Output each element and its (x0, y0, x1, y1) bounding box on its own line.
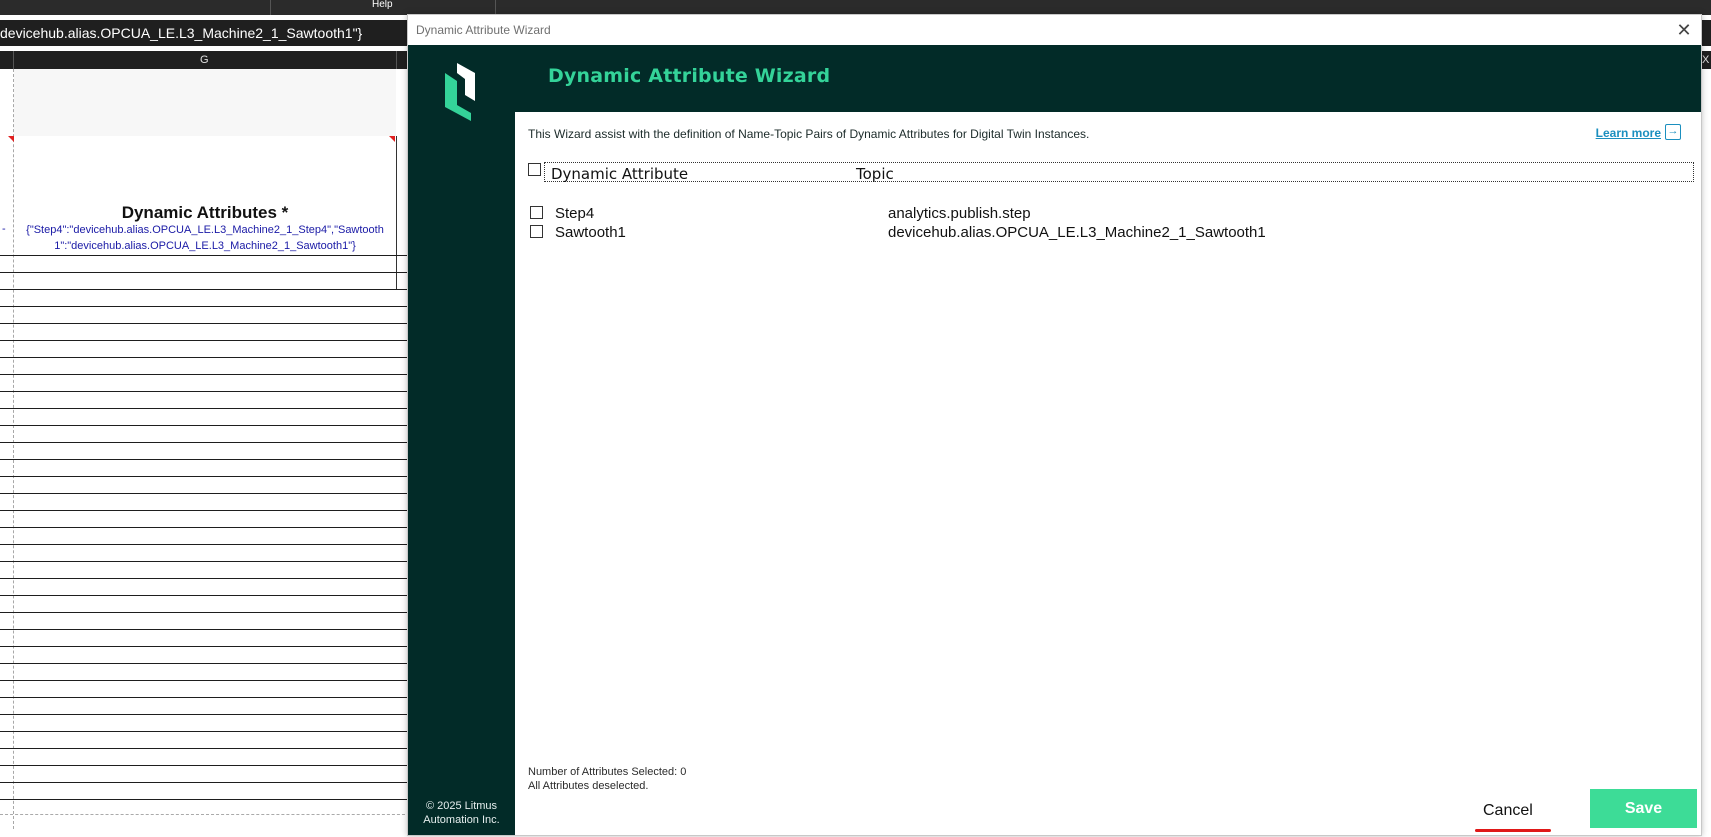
attribute-row[interactable]: Step4 analytics.publish.step (528, 205, 1688, 225)
exit-arrow-icon[interactable]: → (1665, 124, 1681, 140)
grid-row-line (0, 697, 410, 698)
grid-row-line (0, 544, 410, 545)
column-header-dynamic-attribute[interactable]: Dynamic Attribute (551, 165, 688, 183)
dynamic-attributes-header-cell[interactable]: Dynamic Attributes * (14, 137, 396, 289)
grid-row-line (0, 680, 410, 681)
grid-row-line (0, 731, 410, 732)
close-icon[interactable]: ✕ (1675, 21, 1693, 39)
grid-row-line (0, 578, 410, 579)
grid-row-line (0, 357, 410, 358)
grid-dashed-line (0, 814, 410, 815)
copyright-line: Automation Inc. (423, 814, 500, 826)
grid-row-line (0, 510, 410, 511)
attribute-name: Sawtooth1 (555, 224, 626, 241)
ribbon-divider (270, 0, 271, 15)
grid-row-line (0, 561, 410, 562)
grid-row-line (0, 425, 410, 426)
column-divider (396, 51, 397, 69)
window-title: Dynamic Attribute Wizard (416, 23, 551, 37)
grid-row-line (0, 646, 410, 647)
selection-status: Number of Attributes Selected: 0 All Att… (528, 765, 686, 793)
grid-row-line (0, 714, 410, 715)
grid-row-line (0, 629, 410, 630)
grid-row-line (0, 255, 410, 256)
header-cell-text: Dynamic Attributes * (121, 203, 289, 222)
column-header-x[interactable]: X (1702, 54, 1709, 66)
attribute-topic: devicehub.alias.OPCUA_LE.L3_Machine2_1_S… (888, 224, 1266, 241)
grid-row-line (0, 527, 410, 528)
grid-row-line (0, 442, 410, 443)
grid-row-line (0, 408, 410, 409)
select-all-checkbox[interactable] (528, 163, 541, 176)
grid-row-line (0, 493, 410, 494)
header-focus-outline (544, 162, 1694, 182)
dialog-header: Dynamic Attribute Wizard (515, 45, 1701, 112)
save-button[interactable]: Save (1590, 789, 1697, 828)
grid-row-line (0, 748, 410, 749)
dynamic-attribute-wizard-dialog: Dynamic Attribute Wizard ✕ © 2025 Litmus… (407, 14, 1702, 836)
grid-row-line (0, 323, 410, 324)
grid-row-line (0, 289, 410, 290)
grid-row-line (0, 459, 410, 460)
row-checkbox[interactable] (530, 206, 543, 219)
grid-row-line (0, 663, 410, 664)
help-tab[interactable]: Help (372, 0, 393, 10)
grid-row-line (0, 595, 410, 596)
grid-row-line (0, 272, 410, 273)
attribute-row[interactable]: Sawtooth1 devicehub.alias.OPCUA_LE.L3_Ma… (528, 224, 1688, 244)
learn-more-link[interactable]: Learn more (1596, 126, 1661, 140)
grid-row-line (0, 782, 410, 783)
row-checkbox[interactable] (530, 225, 543, 238)
ribbon-divider (495, 0, 496, 15)
copyright-line: © 2025 Litmus (425, 800, 498, 812)
grid-cell-border (396, 136, 397, 290)
attribute-table-header: Dynamic Attribute Topic (528, 162, 1694, 183)
grid-row-line (0, 391, 410, 392)
value-line: {"Step4":"devicehub.alias.OPCUA_LE.L3_Ma… (26, 224, 384, 236)
grid-row-line (0, 340, 410, 341)
dialog-titlebar[interactable]: Dynamic Attribute Wizard ✕ (408, 15, 1701, 45)
column-header-topic[interactable]: Topic (856, 165, 894, 183)
grid-row-line (0, 374, 410, 375)
column-divider (13, 51, 14, 69)
row-marker: - (2, 223, 6, 235)
dialog-sidebar: © 2025 Litmus Automation Inc. (408, 45, 515, 835)
grid-row-line (0, 799, 410, 800)
value-line: 1":"devicehub.alias.OPCUA_LE.L3_Machine2… (54, 240, 356, 252)
dialog-content: This Wizard assist with the definition o… (515, 112, 1701, 835)
selection-message: All Attributes deselected. (528, 780, 649, 792)
dynamic-attributes-value-cell[interactable]: {"Step4":"devicehub.alias.OPCUA_LE.L3_Ma… (14, 222, 396, 256)
wizard-title: Dynamic Attribute Wizard (548, 65, 831, 87)
copyright-text: © 2025 Litmus Automation Inc. (408, 799, 515, 827)
spreadsheet-grid[interactable]: Dynamic Attributes * - {"Step4":"deviceh… (0, 69, 410, 837)
intro-text: This Wizard assist with the definition o… (528, 127, 1090, 141)
attribute-topic: analytics.publish.step (888, 205, 1031, 222)
grid-row-line (0, 612, 410, 613)
cancel-focus-underline (1475, 829, 1551, 832)
ribbon-bar: Help (0, 0, 1711, 15)
litmus-logo-icon (445, 63, 475, 121)
cancel-button[interactable]: Cancel (1483, 802, 1533, 820)
grid-row-line (0, 476, 410, 477)
attribute-name: Step4 (555, 205, 595, 222)
grid-row-line (0, 765, 410, 766)
header-spacer-row (14, 69, 396, 136)
formula-bar-text: devicehub.alias.OPCUA_LE.L3_Machine2_1_S… (0, 25, 363, 41)
column-header-g[interactable]: G (200, 54, 209, 66)
grid-row-line (0, 306, 410, 307)
selected-count: Number of Attributes Selected: 0 (528, 766, 687, 778)
